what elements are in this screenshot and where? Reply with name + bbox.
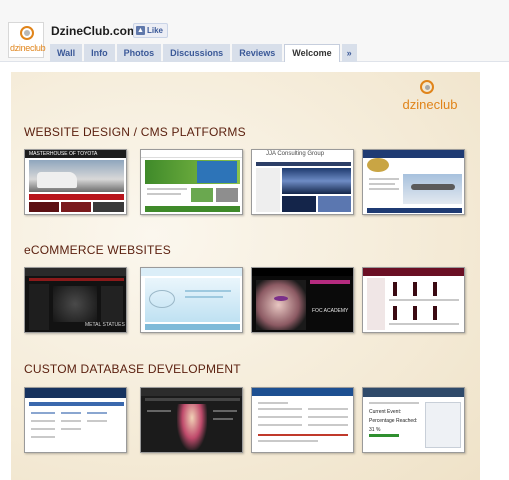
page-title[interactable]: DzineClub.com (51, 24, 138, 38)
like-button[interactable]: ▲ Like (133, 23, 169, 38)
thumbnail-caption: MASTERHOUSE OF TOYOTA (29, 151, 98, 157)
thumbnail-caption: METAL STATUES (85, 322, 125, 328)
profile-logo-text: dzineclub (10, 43, 46, 53)
tab-discussions[interactable]: Discussions (163, 44, 231, 62)
brand-logo: dzineclub (395, 80, 465, 116)
dzineclub-mark-icon (420, 80, 434, 94)
page-profile-picture[interactable]: dzineclub (8, 22, 46, 58)
thumbnail-jja-consulting-site[interactable]: JJA Consulting Group (251, 149, 354, 215)
section-title-ecommerce: eCOMMERCE WEBSITES (24, 243, 171, 257)
section-title-custom-database: CUSTOM DATABASE DEVELOPMENT (24, 362, 241, 376)
thumbnail-admin-area-app[interactable]: Current Event: Percentage Reached: 31 % (362, 387, 465, 453)
thumbnail-caption: JJA Consulting Group (266, 151, 325, 157)
thumbnail-vehicle-dealer-site[interactable]: MASTERHOUSE OF TOYOTA (24, 149, 127, 215)
thumbnail-jewellery-shop[interactable] (140, 267, 243, 333)
thumbnail-aviation-association-site[interactable] (362, 149, 465, 215)
thumbnail-registration-form-app[interactable] (251, 387, 354, 453)
thumbnail-caption: FOC ACADEMY (312, 308, 349, 314)
thumbnail-media-portal-app[interactable] (140, 387, 243, 453)
thumbnail-green-corporate-site[interactable] (140, 149, 243, 215)
thumbnail-wine-shop[interactable] (362, 267, 465, 333)
thumbnail-database-table-app[interactable] (24, 387, 127, 453)
more-tabs-button[interactable]: » (341, 44, 357, 62)
tab-wall[interactable]: Wall (50, 44, 83, 62)
page-tabs: Wall Info Photos Discussions Reviews Wel… (50, 44, 359, 62)
thumbnail-metal-statues-shop[interactable]: METAL STATUES (24, 267, 127, 333)
tab-reviews[interactable]: Reviews (232, 44, 283, 62)
brand-logo-text: dzineclub (402, 97, 458, 112)
like-button-label: Like (147, 26, 164, 35)
thumbnail-caption: Current Event: Percentage Reached: 31 % (369, 409, 418, 433)
section-title-website-design: WEBSITE DESIGN / CMS PLATFORMS (24, 125, 246, 139)
tab-info[interactable]: Info (84, 44, 115, 62)
page-header: dzineclub DzineClub.com ▲ Like Wall Info… (0, 0, 509, 62)
dzineclub-logo-icon (20, 26, 34, 40)
tab-welcome[interactable]: Welcome (284, 44, 340, 62)
thumbnail-beauty-academy-site[interactable]: FOC ACADEMY (251, 267, 354, 333)
thumbs-up-icon: ▲ (136, 26, 145, 35)
tab-photos[interactable]: Photos (116, 44, 162, 62)
